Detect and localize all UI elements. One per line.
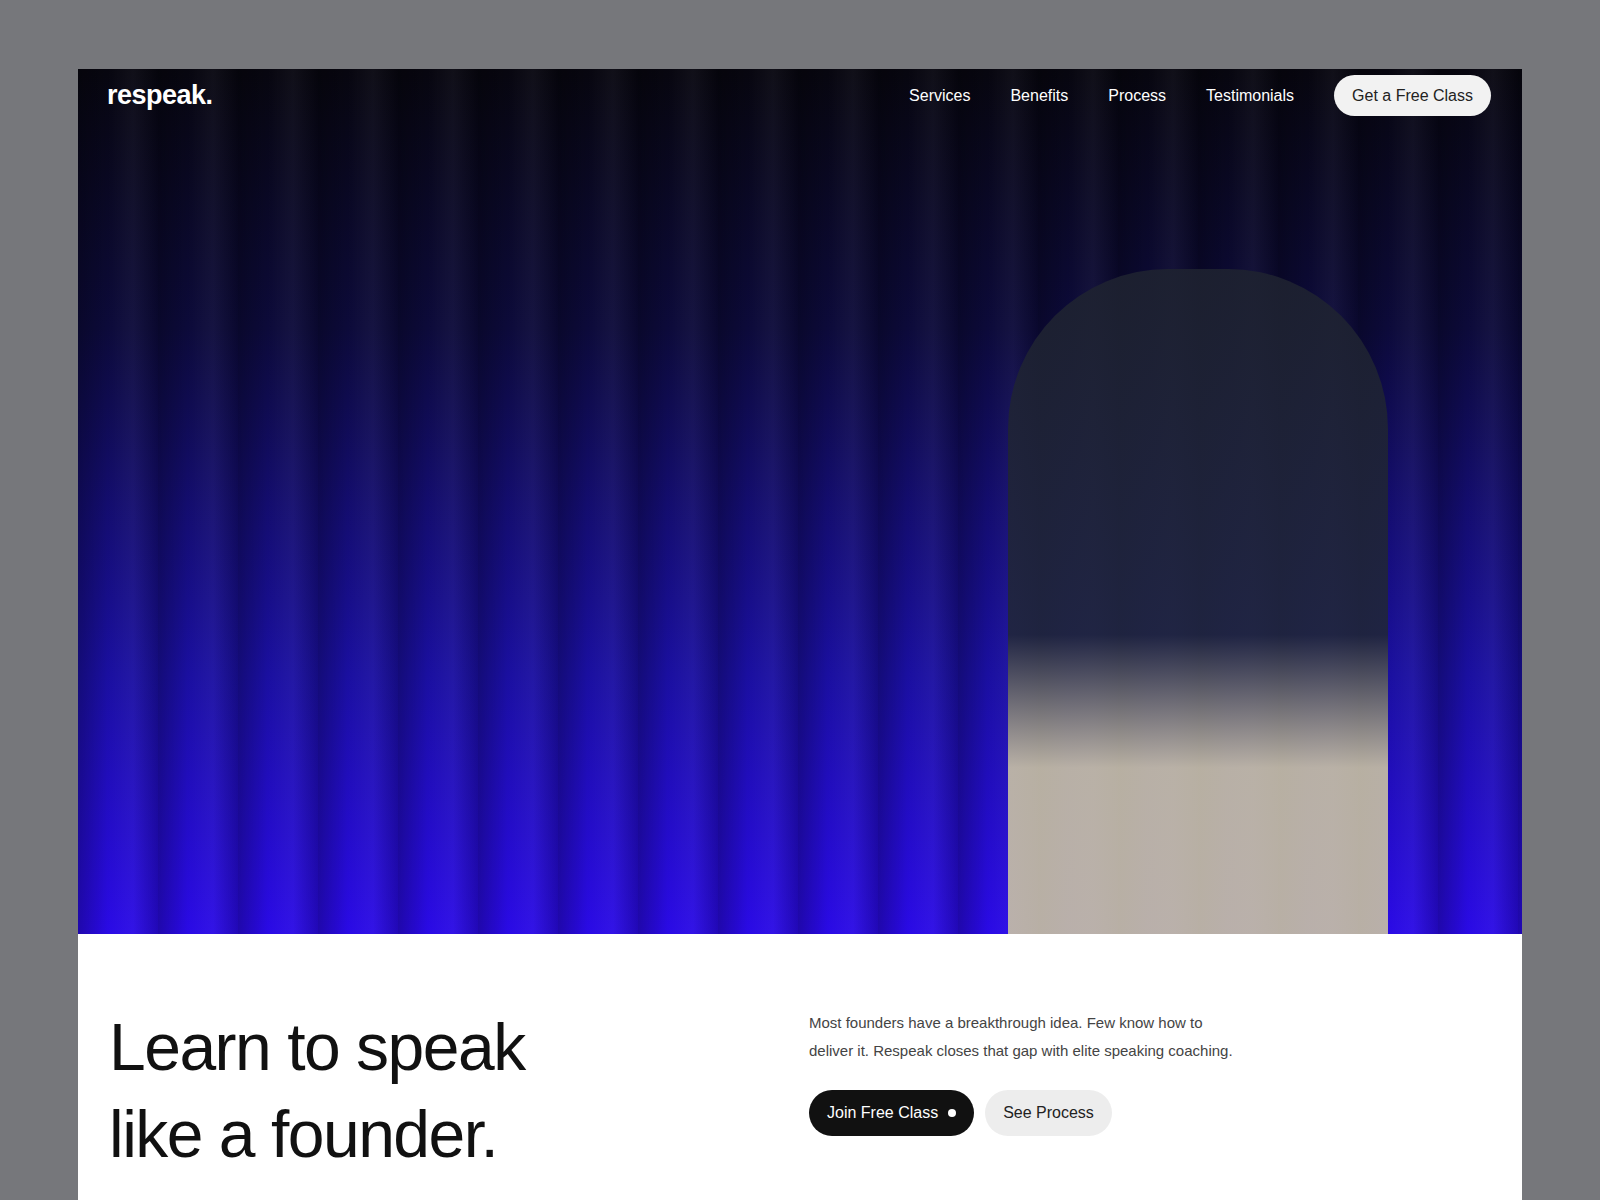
hero-heading: Learn to speaklike a founder. <box>109 1004 809 1178</box>
join-class-button[interactable]: Join Free Class <box>809 1090 974 1136</box>
website-card: respeak. Services Benefits Process Testimoni… <box>78 69 1522 1200</box>
page-backdrop: respeak. Services Benefits Process Testimoni… <box>0 0 1600 1200</box>
top-nav: respeak. Services Benefits Process Testimoni… <box>78 69 1522 116</box>
hero-description: Most founders have a breakthrough idea. … <box>809 1009 1233 1065</box>
dot-icon <box>948 1109 956 1117</box>
nav-link[interactable]: Benefits <box>1010 84 1068 108</box>
heading-line: like a founder. <box>109 1091 809 1178</box>
hero-content: Learn to speaklike a founder.Most founde… <box>78 934 1522 1178</box>
speaker-figure <box>1008 269 1388 934</box>
hero-photo: respeak. Services Benefits Process Testimoni… <box>78 69 1522 934</box>
heading-line: Learn to speak <box>109 1004 809 1091</box>
logo[interactable]: respeak. <box>107 75 213 116</box>
free-class-button[interactable]: Get a Free Class <box>1334 75 1491 116</box>
hero-side: Most founders have a breakthrough idea. … <box>809 1004 1233 1178</box>
nav-link[interactable]: Testimonials <box>1206 84 1294 108</box>
nav-link[interactable]: Services <box>909 84 970 108</box>
nav-links: Services Benefits Process Testimonials Get a… <box>909 75 1491 116</box>
hero-buttons: Join Free ClassSee Process <box>809 1090 1233 1136</box>
see-process-button[interactable]: See Process <box>985 1090 1112 1136</box>
nav-link[interactable]: Process <box>1108 84 1166 108</box>
